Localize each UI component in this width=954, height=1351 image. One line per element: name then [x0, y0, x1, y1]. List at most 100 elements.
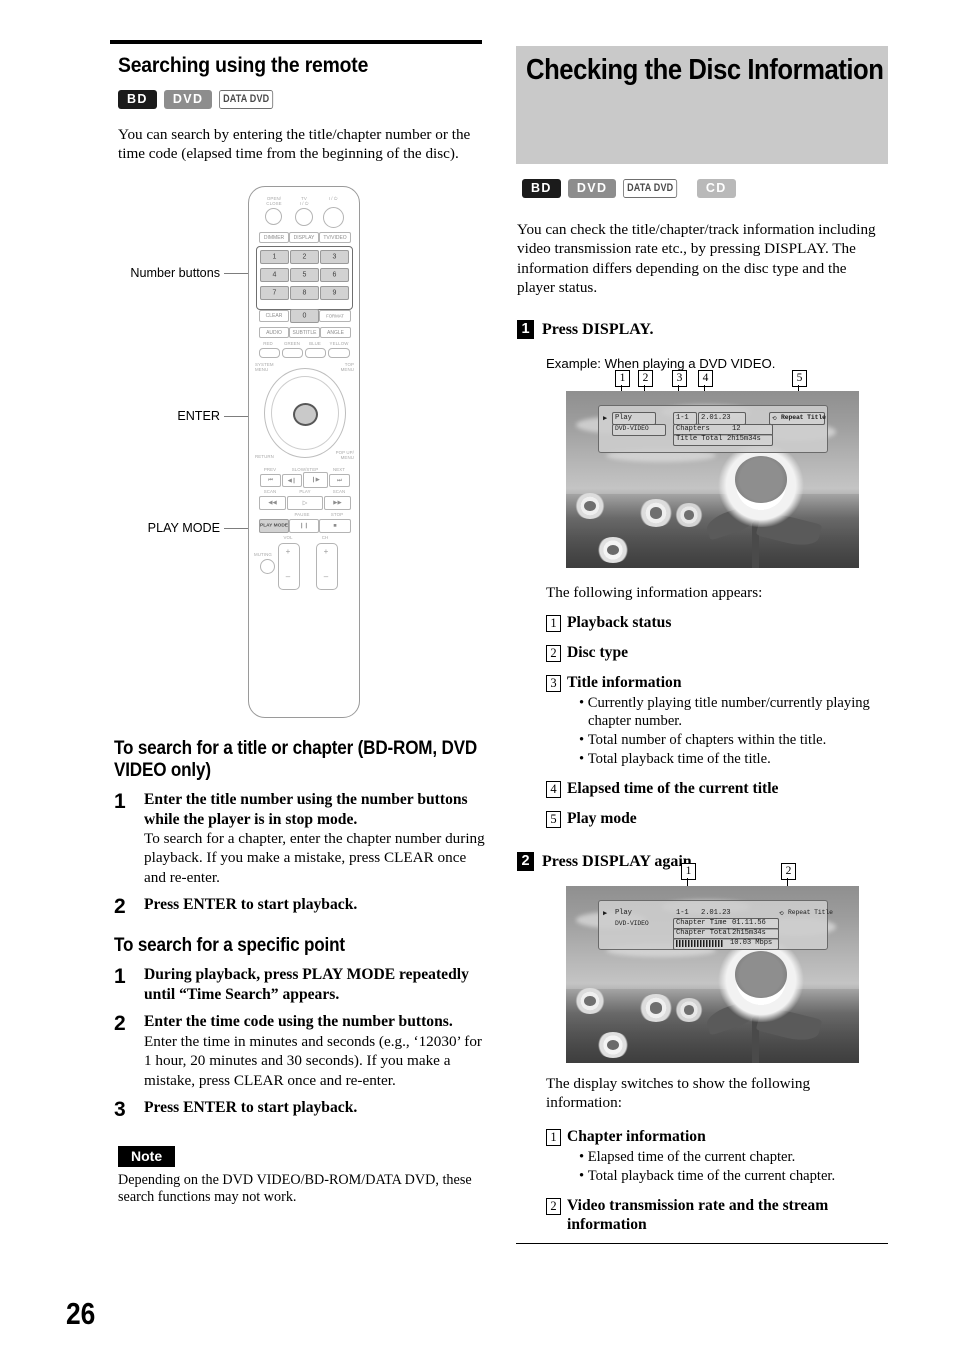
number-button-6[interactable]: 6: [320, 268, 349, 282]
marker-1: 1: [615, 370, 630, 387]
osd-elapsed-text: 2.01.23: [701, 414, 731, 422]
scan-reverse-button[interactable]: ◀◀: [259, 496, 286, 510]
muting-button[interactable]: [260, 559, 275, 574]
item-label: Title information: [567, 674, 682, 692]
audio-button[interactable]: AUDIO: [259, 327, 289, 338]
sunflower-small: [638, 994, 674, 1022]
procedure-step: 2 Enter the time code using the number b…: [114, 1012, 488, 1090]
sunflower-small: [596, 537, 630, 563]
number-button-7-label: 7: [272, 289, 277, 297]
open-close-button[interactable]: [265, 208, 282, 225]
clear-button[interactable]: CLEAR: [259, 310, 289, 322]
scan-forward-button[interactable]: ▶▶: [324, 496, 351, 510]
remote-label-power: I / ⏻: [328, 196, 338, 201]
osd-status-text: Play: [615, 414, 632, 422]
number-button-1-label: 1: [272, 253, 277, 261]
osd-chapters-label: Chapters: [676, 425, 710, 433]
play-mode-button[interactable]: PLAY MODE: [259, 519, 289, 533]
ch-label: CH: [321, 535, 329, 540]
number-button-4[interactable]: 4: [260, 268, 289, 282]
green-button[interactable]: [282, 348, 303, 358]
enter-button[interactable]: [293, 403, 318, 426]
yellow-button[interactable]: [328, 348, 350, 358]
display-step-2: 2 Press DISPLAY again.: [517, 852, 889, 872]
next-button[interactable]: ⏭: [329, 474, 350, 487]
prev-button[interactable]: ⏮: [260, 474, 281, 487]
osd-disc-type-text: DVD-VIDEO: [615, 920, 649, 927]
sunflower-large: [706, 938, 816, 1022]
number-button-1[interactable]: 1: [260, 250, 289, 264]
page-number: 26: [66, 1296, 96, 1331]
osd-play-mode-text: Repeat Title: [788, 909, 833, 916]
step-number: 2: [114, 895, 126, 919]
number-button-0-label: 0: [302, 312, 307, 320]
number-button-0[interactable]: 0: [290, 309, 319, 323]
red-button[interactable]: [259, 348, 280, 358]
callout-enter: ENTER: [177, 409, 220, 423]
osd-title-total-label: Title Total: [676, 435, 723, 443]
blue-button[interactable]: [305, 348, 326, 358]
item-label: Video transmission rate and the stream i…: [567, 1196, 829, 1233]
stop-button[interactable]: ■: [319, 519, 351, 533]
dimmer-button[interactable]: DIMMER: [259, 232, 289, 243]
power-button[interactable]: [323, 207, 344, 228]
callout-play-mode: PLAY MODE: [147, 521, 220, 535]
display-button-label: DISPLAY: [293, 234, 315, 241]
scan-left-label: SCAN: [263, 489, 277, 494]
badge-dvd: DVD: [567, 179, 617, 198]
tv-power-button[interactable]: [295, 208, 313, 226]
step-number: 3: [114, 1097, 126, 1121]
play-button[interactable]: ▷: [287, 496, 323, 510]
badge-data-dvd: DATA DVD: [623, 179, 678, 198]
item-label: Playback status: [567, 614, 672, 632]
subheading-specific-point-search: To search for a specific point: [114, 935, 345, 957]
display-button[interactable]: DISPLAY: [289, 232, 319, 243]
tv-video-button-label: TV/VIDEO: [323, 234, 347, 241]
badge-dvd: DVD: [163, 90, 213, 109]
tv-video-button[interactable]: TV/VIDEO: [319, 232, 351, 243]
left-column: Searching using the remote BD DVD DATA D…: [110, 40, 485, 164]
sunflower-small: [574, 988, 606, 1014]
osd-title-chapter-text: 1-1: [676, 414, 689, 422]
right-column: Checking the Disc Information BD DVD DAT…: [516, 46, 888, 371]
popup-menu-label: POP UP/ MENU: [335, 450, 354, 460]
osd-repeat-icon: ⟲: [772, 415, 777, 422]
number-button-3[interactable]: 3: [320, 250, 349, 264]
procedure-step: 1 Enter the title number using the numbe…: [114, 790, 488, 887]
next-label: NEXT: [332, 467, 346, 472]
bottom-divider: [516, 1243, 888, 1244]
section-rule: [110, 40, 482, 44]
slow-reverse-button[interactable]: ◀❙: [282, 474, 302, 487]
osd-status-text: Play: [615, 909, 632, 917]
number-button-9[interactable]: 9: [320, 286, 349, 300]
procedure-step: 1 During playback, press PLAY MODE repea…: [114, 965, 488, 1004]
note-tag: Note: [118, 1145, 176, 1167]
item-number: 4: [546, 781, 561, 799]
step-detail-text: Enter the time in minutes and seconds (e…: [144, 1032, 482, 1089]
step-detail-text: To search for a chapter, enter the chapt…: [144, 830, 485, 886]
procedure-step: 3 Press ENTER to start playback.: [114, 1098, 488, 1120]
sunflower-small: [574, 493, 606, 519]
sunflower-large: [706, 443, 816, 527]
color-label-yellow: YELLOW: [329, 341, 349, 346]
angle-button[interactable]: ANGLE: [320, 327, 351, 338]
pause-button[interactable]: ❙❙: [289, 519, 319, 533]
color-label-red: RED: [263, 341, 273, 346]
osd-play-icon: ▶: [603, 910, 608, 918]
number-button-6-label: 6: [332, 271, 337, 279]
badge-bd: BD: [522, 179, 561, 198]
item-label: Elapsed time of the current title: [567, 780, 779, 798]
slow-step-button[interactable]: ❙▶: [303, 472, 328, 488]
volume-up-label: +: [285, 547, 291, 556]
number-button-8[interactable]: 8: [290, 286, 319, 300]
info-item: 2 Video transmission rate and the stream…: [546, 1196, 889, 1234]
muting-label: MUTING: [254, 552, 272, 557]
subtitle-button[interactable]: SUBTITLE: [289, 327, 320, 338]
number-button-5[interactable]: 5: [290, 268, 319, 282]
marker-1: 1: [681, 863, 696, 880]
number-button-2[interactable]: 2: [290, 250, 319, 264]
format-button[interactable]: FORMAT: [319, 310, 351, 322]
info-item: 2 Disc type: [546, 643, 889, 663]
marker-3: 3: [672, 370, 687, 387]
number-button-7[interactable]: 7: [260, 286, 289, 300]
